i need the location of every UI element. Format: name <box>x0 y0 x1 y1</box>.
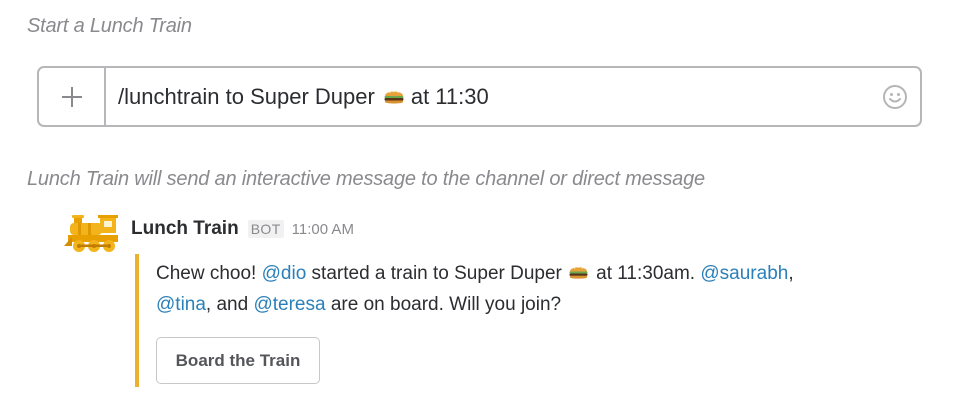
attachment-text: Chew choo! @dio started a train to Super… <box>156 258 876 320</box>
text-part: Chew choo! <box>156 263 262 284</box>
text-part: , <box>788 263 794 284</box>
text-part: , and <box>205 294 254 315</box>
mention-dio[interactable]: @dio <box>262 263 307 284</box>
smiley-icon <box>883 85 907 109</box>
message-attachment: Chew choo! @dio started a train to Super… <box>135 254 875 387</box>
mention-teresa[interactable]: @teresa <box>253 294 325 315</box>
text-part: started a train to Super Duper <box>306 263 562 284</box>
attach-button[interactable] <box>39 68 106 125</box>
message-composer: /lunchtrain to Super Duper at 11:30 <box>37 66 922 127</box>
text-part: are on board. Will you join? <box>325 294 562 315</box>
command-time: at 11:30 <box>410 84 489 109</box>
emoji-button[interactable] <box>882 84 908 110</box>
start-caption: Start a Lunch Train <box>27 15 192 37</box>
sender-name[interactable]: Lunch Train <box>131 218 239 240</box>
mention-tina[interactable]: @tina <box>156 294 206 315</box>
board-the-train-button[interactable]: Board the Train <box>156 337 320 384</box>
message-timestamp[interactable]: 11:00 AM <box>292 221 354 238</box>
result-caption: Lunch Train will send an interactive mes… <box>27 168 705 190</box>
hamburger-emoji <box>569 267 588 279</box>
message-header: Lunch Train BOT 11:00 AM <box>131 218 354 240</box>
train-icon <box>64 215 118 252</box>
text-part: at 11:30am. <box>590 263 701 284</box>
mention-saurabh[interactable]: @saurabh <box>700 263 788 284</box>
command-text: /lunchtrain to Super Duper <box>118 84 375 109</box>
bot-badge: BOT <box>247 220 284 238</box>
plus-icon <box>61 86 82 107</box>
hamburger-emoji <box>384 90 404 103</box>
message-input[interactable]: /lunchtrain to Super Duper at 11:30 <box>118 68 858 125</box>
